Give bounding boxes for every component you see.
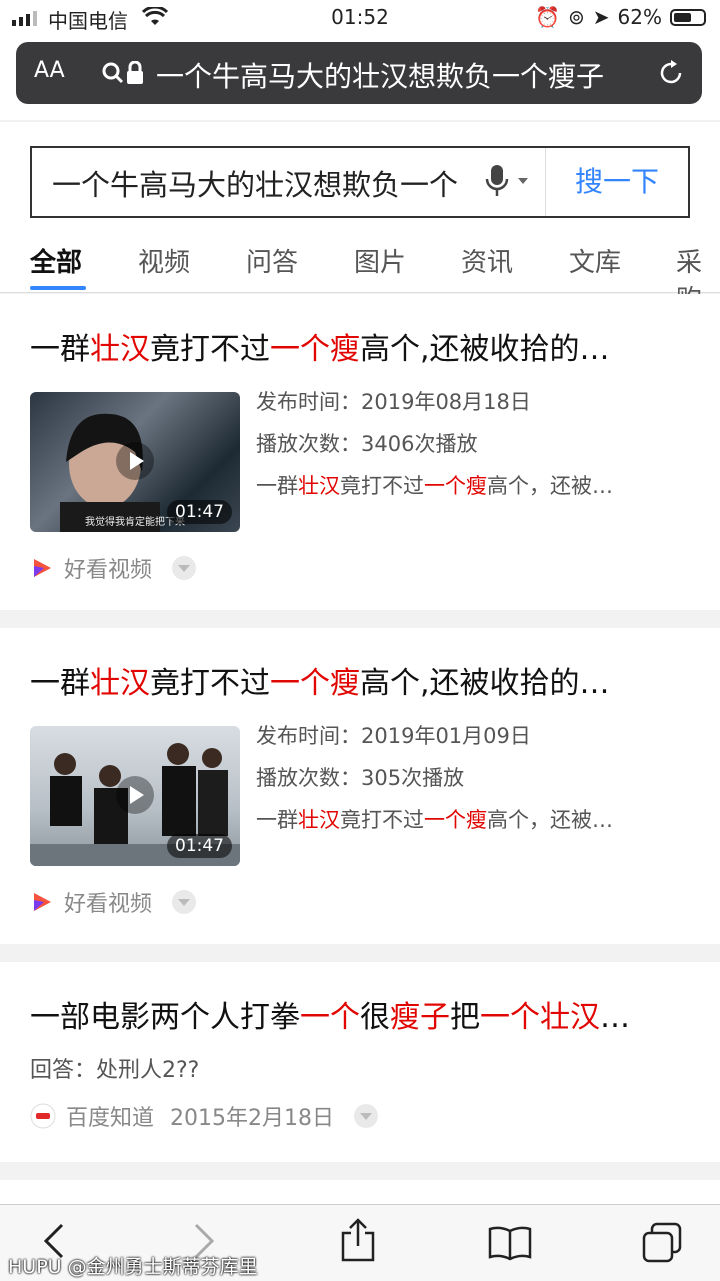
battery-fill (674, 12, 692, 22)
snippet-highlight: 壮汉 (298, 808, 340, 832)
title-part: 高个,还被收拾的… (360, 666, 610, 701)
title-part: 高个,还被收拾的… (360, 332, 610, 367)
title-highlight: 一个瘦 (270, 332, 360, 367)
result-tabs: 全部 视频 问答 图片 资讯 文库 采购 (0, 236, 720, 315)
location-icon: ➤ (592, 5, 610, 29)
watermark-text: HUPU @金州勇士斯蒂芬库里 (8, 1256, 258, 1278)
haokan-video-icon (34, 559, 51, 577)
tab-video[interactable]: 视频 (138, 242, 190, 279)
chevron-down-icon[interactable] (172, 890, 197, 914)
result-card[interactable]: 一群壮汉竟打不过一个瘦高个,还被收拾的… 01:47 发布时间：2019年01月… (0, 628, 720, 944)
baidu-zhidao-icon (30, 1103, 56, 1129)
title-part: 一部电影两个人打拳 (30, 1000, 300, 1035)
tab-library[interactable]: 文库 (569, 242, 621, 279)
title-part: 很 (360, 1000, 390, 1035)
video-duration: 01:47 (167, 834, 232, 858)
play-icon[interactable] (116, 442, 154, 480)
snippet-highlight: 壮汉 (298, 474, 340, 498)
title-highlight: 一个壮汉 (480, 1000, 600, 1035)
snippet-part: 竟打不过 (340, 474, 424, 498)
url-text[interactable]: 一个牛高马大的壮汉想欺负一个瘦子 (156, 55, 656, 95)
tab-all[interactable]: 全部 (30, 242, 82, 279)
title-part: 把 (450, 1000, 480, 1035)
title-part: 竟打不过 (150, 332, 270, 367)
battery-icon (670, 8, 706, 26)
title-part: 竟打不过 (150, 666, 270, 701)
result-source: 百度知道 2015年2月18日 (30, 1100, 378, 1132)
title-highlight: 壮汉 (90, 666, 150, 701)
result-title[interactable]: 一群壮汉竟打不过一个瘦高个,还被收拾的… (30, 658, 690, 702)
result-source: 好看视频 (30, 886, 197, 918)
browser-address-area: AA 一个牛高马大的壮汉想欺负一个瘦子 (0, 36, 720, 120)
snippet-part: 一群 (256, 808, 298, 832)
tab-qa[interactable]: 问答 (246, 242, 298, 279)
title-highlight: 壮汉 (90, 332, 150, 367)
play-count: 播放次数：305次播放 (256, 766, 465, 790)
title-part: … (600, 1000, 630, 1035)
video-thumbnail[interactable]: 01:47 (30, 726, 240, 866)
video-thumbnail[interactable]: 我觉得我肯定能把下来 01:47 (30, 392, 240, 532)
result-snippet: 一群壮汉竟打不过一个瘦高个，还被… (256, 804, 676, 834)
lock-icon (127, 61, 143, 84)
snippet-highlight: 一个瘦 (424, 474, 487, 498)
tab-images[interactable]: 图片 (354, 242, 406, 279)
title-highlight: 一个 (300, 1000, 360, 1035)
haokan-video-icon (34, 893, 51, 911)
reader-text-size-button[interactable]: AA (34, 58, 65, 83)
source-name: 百度知道 (66, 1106, 155, 1131)
active-tab-indicator (30, 286, 86, 290)
status-bar: 中国电信 01:52 ⏰ ⊚ ➤ 62% (0, 0, 720, 36)
share-icon[interactable] (338, 1217, 378, 1263)
search-button[interactable]: 搜一下 (545, 148, 688, 216)
title-highlight: 一个瘦 (270, 666, 360, 701)
reload-icon[interactable] (656, 58, 686, 88)
snippet-part: 竟打不过 (340, 808, 424, 832)
chevron-down-icon[interactable] (354, 1104, 378, 1128)
title-part: 一群 (30, 332, 90, 367)
snippet-part: 高个，还被… (487, 474, 613, 498)
rotation-lock-icon: ⊚ (568, 5, 585, 29)
address-bar[interactable]: AA 一个牛高马大的壮汉想欺负一个瘦子 (16, 42, 702, 104)
snippet-part: 一群 (256, 474, 298, 498)
search-icon (102, 62, 124, 84)
result-card[interactable]: 一部电影两个人打拳一个很瘦子把一个壮汉… 回答：处刑人2?? 百度知道 2015… (0, 962, 720, 1162)
play-count: 播放次数：3406次播放 (256, 432, 478, 456)
result-snippet: 一群壮汉竟打不过一个瘦高个，还被… (256, 470, 676, 500)
bookmarks-icon[interactable] (488, 1225, 532, 1261)
next-result-card (0, 1180, 720, 1204)
tab-news[interactable]: 资讯 (461, 242, 513, 279)
snippet-part: 高个，还被… (487, 808, 613, 832)
play-icon[interactable] (116, 776, 154, 814)
source-name: 好看视频 (64, 558, 153, 583)
search-box: 一个牛高马大的壮汉想欺负一个 搜一下 (30, 146, 690, 218)
result-title[interactable]: 一群壮汉竟打不过一个瘦高个,还被收拾的… (30, 324, 690, 368)
title-part: 一群 (30, 666, 90, 701)
title-highlight: 瘦子 (390, 1000, 450, 1035)
search-input[interactable]: 一个牛高马大的壮汉想欺负一个 (52, 162, 472, 204)
result-card[interactable]: 一群壮汉竟打不过一个瘦高个,还被收拾的… 我觉得我肯定能把下来 01:47 发布… (0, 294, 720, 610)
alarm-icon: ⏰ (535, 5, 561, 29)
result-title[interactable]: 一部电影两个人打拳一个很瘦子把一个壮汉… (30, 992, 690, 1036)
microphone-icon[interactable] (484, 165, 532, 199)
answer-text: 回答：处刑人2?? (30, 1058, 200, 1083)
publish-date: 发布时间：2019年08月18日 (256, 390, 531, 414)
search-header: 一个牛高马大的壮汉想欺负一个 搜一下 全部 视频 问答 图片 资讯 文库 采购 (0, 122, 720, 315)
video-duration: 01:47 (167, 500, 232, 524)
chevron-down-icon[interactable] (172, 556, 197, 580)
battery-percent: 62% (617, 5, 662, 29)
result-source: 好看视频 (30, 552, 197, 584)
publish-date: 发布时间：2019年01月09日 (256, 724, 531, 748)
source-name: 好看视频 (64, 892, 153, 917)
answer-date: 2015年2月18日 (170, 1106, 334, 1131)
snippet-highlight: 一个瘦 (424, 808, 487, 832)
tabs-icon[interactable] (640, 1221, 684, 1265)
